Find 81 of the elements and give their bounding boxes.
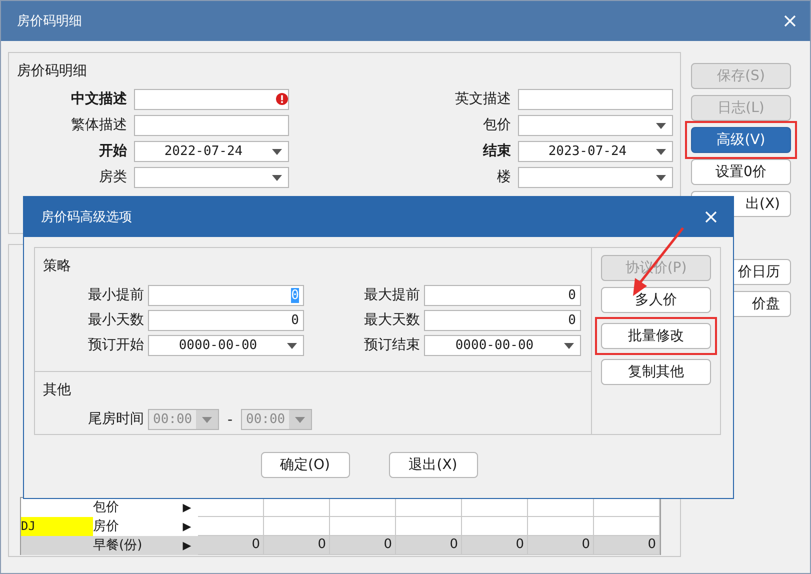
table-cell[interactable]: 0 <box>528 536 594 555</box>
field-label: 预订结束 <box>363 336 420 355</box>
caret-icon <box>656 174 666 180</box>
dropdown-field[interactable]: 0000-00-00 <box>148 335 304 356</box>
caret-icon <box>656 148 666 154</box>
table-cell[interactable]: 0 <box>330 536 396 555</box>
field-label: 最大天数 <box>363 311 420 330</box>
input-field[interactable] <box>518 89 673 110</box>
section-title: 其他 <box>42 381 72 400</box>
dropdown-field[interactable]: 0000-00-00 <box>424 335 581 356</box>
dialog-title: 房价码高级选项 <box>41 209 132 226</box>
field-label: 繁体描述 <box>70 116 127 135</box>
table-cell[interactable] <box>198 517 264 536</box>
field-label: 预订开始 <box>87 336 144 355</box>
option-button[interactable]: 复制其他 <box>601 359 711 385</box>
caret-icon <box>272 148 282 154</box>
table-cell[interactable] <box>594 517 660 536</box>
table-cell[interactable] <box>330 517 396 536</box>
caret-icon <box>564 342 574 348</box>
row-label: 房价 <box>93 518 120 536</box>
input-field[interactable] <box>134 115 289 136</box>
field-label: 中文描述 <box>70 90 127 109</box>
window-title: 房价码明细 <box>17 13 82 30</box>
table-cell[interactable]: 0 <box>264 536 330 555</box>
table-cell[interactable] <box>330 498 396 517</box>
close-icon[interactable] <box>784 15 796 27</box>
row-label: 早餐(份) <box>93 537 144 555</box>
table-cell[interactable] <box>528 498 594 517</box>
field-label: 最大提前 <box>363 286 420 305</box>
caret-icon <box>287 342 297 348</box>
table-cell[interactable]: 0 <box>396 536 462 555</box>
field-label: 开始 <box>98 142 127 161</box>
caret-icon <box>272 174 282 180</box>
option-button[interactable]: 批量修改 <box>601 323 711 349</box>
dropdown-field[interactable] <box>518 167 673 188</box>
side-button[interactable]: 设置0价 <box>691 159 791 185</box>
table-cell[interactable] <box>264 517 330 536</box>
table-cell[interactable]: 0 <box>462 536 528 555</box>
field-label: 英文描述 <box>454 90 511 109</box>
input-field[interactable]: 0 <box>148 310 304 331</box>
dropdown-field[interactable]: 2023-07-24 <box>518 141 673 162</box>
field-label: 房类 <box>98 168 127 187</box>
dialog-button[interactable]: 退出(X) <box>388 452 478 478</box>
field-label: 包价 <box>482 116 511 135</box>
table-cell[interactable] <box>198 498 264 517</box>
row-code: DJ <box>21 517 93 536</box>
table-cell[interactable] <box>462 517 528 536</box>
range-separator: - <box>226 412 234 428</box>
table-cell[interactable] <box>396 517 462 536</box>
caret-icon <box>656 122 666 128</box>
table-cell[interactable] <box>264 498 330 517</box>
caret-icon <box>295 416 306 422</box>
panel-title: 房价码明细 <box>16 62 88 81</box>
option-button[interactable]: 多人价 <box>601 287 711 313</box>
close-icon[interactable] <box>705 211 717 223</box>
dialog-button[interactable]: 确定(O) <box>260 452 350 478</box>
dropdown-field[interactable] <box>134 167 289 188</box>
dropdown-field[interactable]: 2022-07-24 <box>134 141 289 162</box>
field-label: 结束 <box>482 142 511 161</box>
side-button[interactable]: 高级(V) <box>691 127 791 153</box>
row-arrow: ▶ <box>182 519 192 535</box>
row-arrow: ▶ <box>182 538 192 554</box>
error-icon <box>276 93 288 105</box>
table-cell[interactable] <box>462 498 528 517</box>
field-label: 最小天数 <box>87 311 144 330</box>
table-cell[interactable] <box>594 498 660 517</box>
table-cell[interactable]: 0 <box>198 536 264 555</box>
row-label: 包价 <box>93 499 120 517</box>
field-label: 楼 <box>496 168 511 187</box>
field-label: 最小提前 <box>87 286 144 305</box>
input-field[interactable] <box>134 89 289 110</box>
input-field[interactable]: 0 <box>424 285 581 306</box>
caret-icon <box>202 416 212 422</box>
field-label: 尾房时间 <box>87 410 144 429</box>
dropdown-field[interactable] <box>518 115 673 136</box>
section-title: 策略 <box>42 257 72 276</box>
input-field[interactable]: 0 <box>424 310 581 331</box>
table-cell[interactable]: 0 <box>594 536 660 555</box>
row-arrow: ▶ <box>182 500 192 516</box>
table-cell[interactable] <box>528 517 594 536</box>
table-cell[interactable] <box>396 498 462 517</box>
